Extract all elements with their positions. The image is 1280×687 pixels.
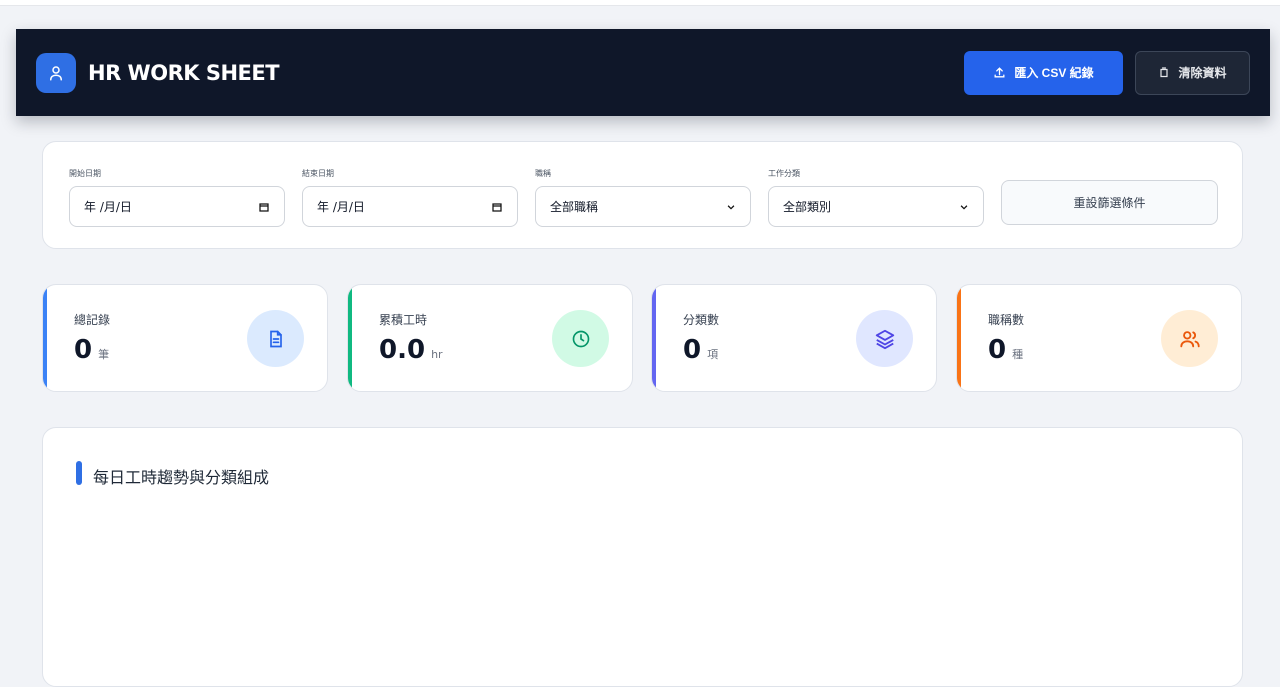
users-icon <box>1161 310 1218 367</box>
stat-card-positions: 職稱數 0 種 <box>956 284 1242 392</box>
stat-card-categories: 分類數 0 項 <box>651 284 937 392</box>
stat-label: 分類數 <box>683 313 720 327</box>
upload-icon <box>994 67 1005 78</box>
end-date-label: 結束日期 <box>302 169 334 178</box>
app-title: HR WORK SHEET <box>88 60 280 85</box>
import-csv-label: 匯入 CSV 紀錄 <box>1014 66 1094 80</box>
clock-icon <box>552 310 609 367</box>
user-icon <box>36 52 76 93</box>
browser-top-strip <box>0 0 1280 6</box>
stat-accent <box>348 285 352 391</box>
stat-label: 總記錄 <box>74 313 111 327</box>
chart-title-accent <box>76 461 82 485</box>
file-text-icon <box>247 310 304 367</box>
chart-title: 每日工時趨勢與分類組成 <box>93 468 270 487</box>
end-date-value: 年 /月/日 <box>317 200 365 214</box>
work-category-label: 工作分類 <box>768 169 800 178</box>
layers-icon <box>856 310 913 367</box>
stat-accent <box>43 285 47 391</box>
chevron-down-icon <box>727 204 735 210</box>
position-label: 職稱 <box>535 169 551 178</box>
clear-data-label: 清除資料 <box>1178 66 1227 80</box>
stat-unit: 筆 <box>98 348 110 361</box>
clear-data-button[interactable]: 清除資料 <box>1135 50 1250 95</box>
chevron-down-icon <box>960 204 968 210</box>
calendar-icon[interactable] <box>258 201 270 213</box>
start-date-label: 開始日期 <box>69 169 101 178</box>
start-date-filter: 開始日期 年 /月/日 <box>69 168 285 227</box>
position-filter: 職稱 全部職稱 <box>535 168 751 227</box>
stat-value: 0 <box>74 335 93 365</box>
end-date-filter: 結束日期 年 /月/日 <box>302 168 518 227</box>
start-date-input[interactable]: 年 /月/日 <box>69 186 285 227</box>
filter-panel: 開始日期 年 /月/日 結束日期 年 /月/日 職稱 全部職稱 工作分類 全部類… <box>42 141 1243 249</box>
stat-accent <box>957 285 961 391</box>
start-date-value: 年 /月/日 <box>84 200 132 214</box>
position-value: 全部職稱 <box>550 200 599 214</box>
stat-unit: 項 <box>707 348 719 361</box>
stat-accent <box>652 285 656 391</box>
stat-unit: hr <box>431 348 443 361</box>
stat-unit: 種 <box>1012 348 1024 361</box>
position-select[interactable]: 全部職稱 <box>535 186 751 227</box>
daily-hours-chart-panel: 每日工時趨勢與分類組成 <box>42 427 1243 687</box>
work-category-filter: 工作分類 全部類別 <box>768 168 984 227</box>
work-category-value: 全部類別 <box>783 200 832 214</box>
stat-value: 0.0 <box>379 335 426 365</box>
app-header: HR WORK SHEET 匯入 CSV 紀錄 清除資料 <box>16 29 1270 116</box>
stat-label: 職稱數 <box>988 313 1025 327</box>
stat-card-total-records: 總記錄 0 筆 <box>42 284 328 392</box>
end-date-input[interactable]: 年 /月/日 <box>302 186 518 227</box>
trash-icon <box>1160 67 1169 78</box>
stat-card-total-hours: 累積工時 0.0 hr <box>347 284 633 392</box>
work-category-select[interactable]: 全部類別 <box>768 186 984 227</box>
stat-label: 累積工時 <box>379 313 428 327</box>
reset-filters-button[interactable]: 重設篩選條件 <box>1001 180 1218 225</box>
stat-value: 0 <box>988 335 1007 365</box>
calendar-icon[interactable] <box>491 201 503 213</box>
stat-value: 0 <box>683 335 702 365</box>
import-csv-button[interactable]: 匯入 CSV 紀錄 <box>964 50 1123 95</box>
